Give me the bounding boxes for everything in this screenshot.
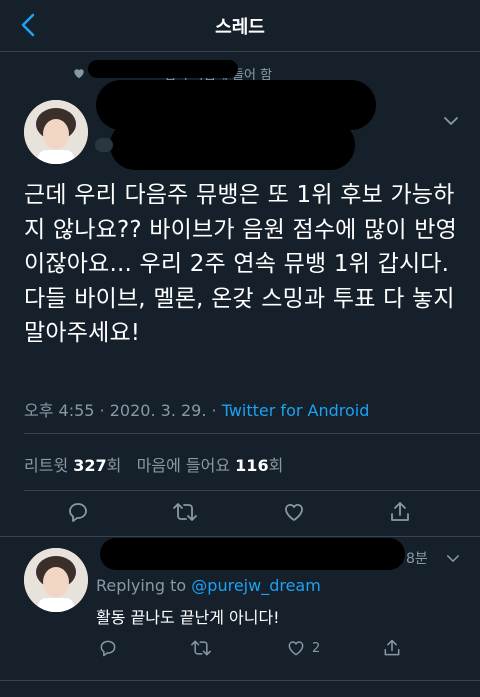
share-icon: [391, 502, 409, 521]
avatar-photo: [24, 548, 88, 612]
like-count: 116: [235, 456, 269, 475]
retweet-stat-label: 리트윗: [24, 456, 69, 475]
reply-button[interactable]: [66, 500, 90, 524]
redacted-reply-author: [100, 538, 405, 570]
reply-author-avatar[interactable]: [24, 548, 88, 612]
heart-icon: [285, 503, 303, 521]
reply-text: 활동 끝나도 끝난게 아니다!: [96, 608, 280, 627]
reply-retweet-button[interactable]: [190, 638, 212, 658]
heart-small-icon: [74, 69, 84, 79]
redacted-scribble: [95, 138, 113, 152]
like-stat-label: 마음에 들어요: [136, 456, 231, 475]
divider: [0, 680, 480, 681]
chevron-down-icon: [444, 117, 458, 125]
tweet-options-button[interactable]: [440, 110, 462, 132]
retweet-unit: 회: [106, 456, 122, 475]
retweet-icon: [191, 640, 211, 656]
chevron-down-icon: [446, 554, 460, 562]
reply-like-count: 2: [312, 640, 321, 656]
divider: [24, 433, 480, 434]
tweet-text: 근데 우리 다음주 뮤뱅은 또 1위 후보 가능하지 않나요?? 바이브가 음원…: [24, 182, 458, 346]
divider: [24, 490, 480, 491]
page-title: 스레드: [215, 17, 265, 38]
replying-to-label: Replying to: [96, 576, 187, 595]
reply-reply-button[interactable]: [98, 638, 118, 658]
tweet-client-link[interactable]: Twitter for Android: [222, 401, 370, 420]
reply-options-button[interactable]: [442, 547, 464, 569]
reply-share-button[interactable]: [382, 638, 402, 658]
like-stat[interactable]: 마음에 들어요 116회: [137, 456, 284, 475]
divider: [0, 536, 480, 537]
reply-like-button[interactable]: 2: [286, 638, 320, 658]
author-avatar[interactable]: [24, 100, 88, 164]
replying-to: Replying to @purejw_dream: [96, 576, 321, 595]
tweet-stats: 리트윗 327회 마음에 들어요 116회: [24, 452, 283, 476]
heart-icon: [288, 641, 304, 656]
retweet-stat[interactable]: 리트윗 327회: [24, 456, 127, 475]
tweet-timestamp-line: 오후 4:55 · 2020. 3. 29. · Twitter for And…: [24, 397, 369, 421]
meta-separator: ·: [99, 401, 105, 420]
like-unit: 회: [268, 456, 284, 475]
share-icon: [384, 639, 400, 656]
share-button[interactable]: [388, 500, 412, 524]
retweet-button[interactable]: [172, 500, 198, 524]
app-header: 스레드: [0, 0, 480, 52]
avatar-photo: [24, 100, 88, 164]
reply-icon: [69, 503, 87, 522]
reply-icon: [100, 640, 116, 657]
like-button[interactable]: [282, 500, 306, 524]
redacted-username-scribble: [88, 60, 238, 78]
reply-time: 8분: [406, 551, 428, 567]
retweet-icon: [173, 503, 197, 521]
meta-separator: ·: [211, 401, 217, 420]
retweet-count: 327: [73, 456, 107, 475]
redacted-author-handle: [110, 120, 355, 170]
replying-to-handle[interactable]: @purejw_dream: [191, 576, 321, 595]
tweet-time: 오후 4:55: [24, 401, 95, 420]
tweet-date: 2020. 3. 29.: [109, 401, 207, 420]
